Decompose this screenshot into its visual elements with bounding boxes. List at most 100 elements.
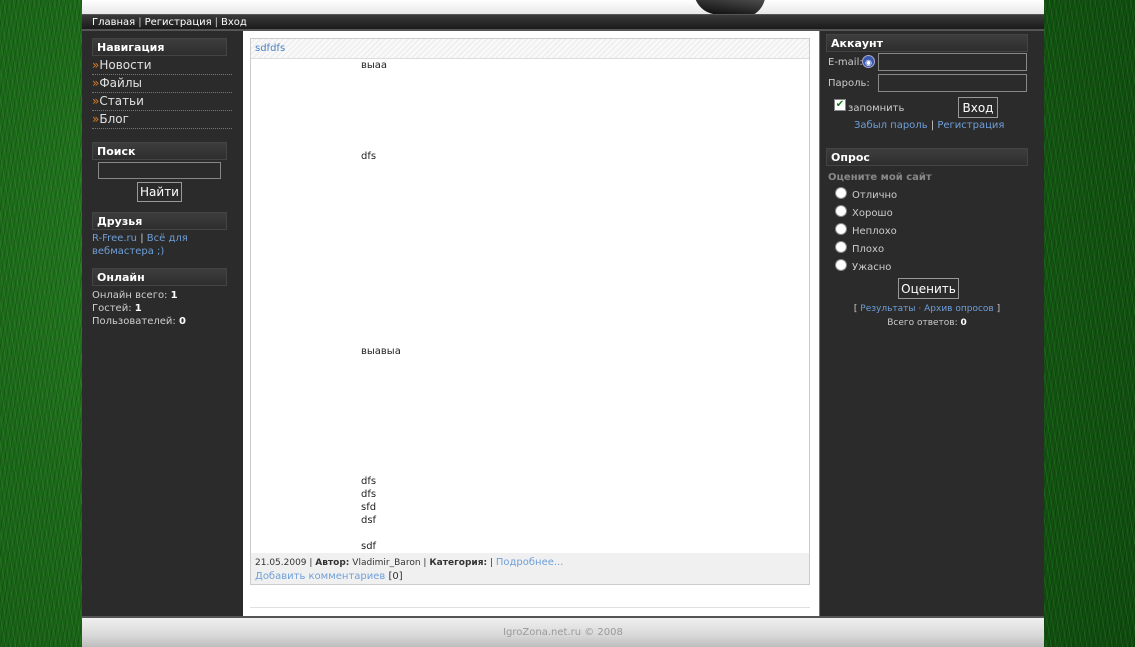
top-navigation: Главная | Регистрация | Вход [82,14,1044,29]
post-line: sfd [361,502,377,513]
right-sidebar: Аккаунт E-mail: ◉ Пароль: ✔ запомнить Вх… [820,31,1044,616]
post-body: выаа dfs выавыа dfs dfs sfd dsf sdf [251,59,809,554]
post-title[interactable]: sdfdfs [251,39,809,59]
search-block-title: Поиск [92,142,227,160]
poll-radio[interactable] [835,223,847,235]
poll-option-label: Неплохо [852,226,897,237]
nav-item-news[interactable]: »Новости [92,58,232,75]
password-field[interactable] [878,74,1027,92]
search-input[interactable] [98,162,221,179]
header-banner [82,0,1044,21]
post-comments-row: Добавить комментариев [0] [255,570,809,583]
poll-option[interactable]: Отлично [820,186,1044,204]
poll-option[interactable]: Плохо [820,240,1044,258]
content-divider [250,607,810,608]
comments-count: [0] [388,571,403,582]
users-label: Пользователей: [92,316,176,327]
nav-item-label: Новости [99,58,152,72]
friends-links: R-Free.ru | Всё для вебмастера ;) [92,232,232,258]
post-date: 21.05.2009 [255,558,307,568]
post-line: sdf [361,541,377,552]
topnav-separator: | [214,17,219,28]
remember-checkbox[interactable]: ✔ [834,99,846,111]
online-total-label: Онлайн всего: [92,290,168,301]
navigation-list: »Новости »Файлы »Статьи »Блог [92,58,232,129]
search-button[interactable]: Найти [137,182,182,202]
poll-option[interactable]: Ужасно [820,258,1044,276]
forgot-password-link[interactable]: Забыл пароль [854,120,928,131]
post-line: dsf [361,515,377,526]
poll-option[interactable]: Неплохо [820,222,1044,240]
left-sidebar: Навигация »Новости »Файлы »Статьи »Блог … [82,31,243,616]
openid-icon[interactable]: ◉ [862,55,875,68]
friends-separator: | [140,233,144,244]
nav-item-label: Файлы [99,76,142,90]
account-links: Забыл пароль | Регистрация [854,120,1004,131]
poll-radio[interactable] [835,259,847,271]
poll-option-label: Ужасно [852,262,892,273]
guests-row: Гостей: 1 [92,302,232,315]
page-footer: IgroZona.net.ru © 2008 [82,616,1044,647]
footer-copyright: IgroZona.net.ru © 2008 [503,627,623,638]
navigation-block-title: Навигация [92,38,227,56]
friend-link-rfree[interactable]: R-Free.ru [92,233,137,244]
account-block-title: Аккаунт [826,34,1028,52]
post-line: dfs [361,151,377,162]
poll-question: Оцените мой сайт [828,172,932,183]
post-author: Vladimir_Baron [352,558,421,568]
topnav-register-link[interactable]: Регистрация [145,17,212,28]
author-label: Автор: [315,558,350,568]
poll-radio[interactable] [835,187,847,199]
poll-option-label: Отлично [852,190,898,201]
password-row: Пароль: [820,73,1044,94]
nav-item-files[interactable]: »Файлы [92,76,232,93]
category-label: Категория: [429,558,488,568]
topnav-separator: | [138,17,142,28]
poll-archive-link[interactable]: Архив опросов [924,304,994,314]
news-post: sdfdfs выаа dfs выавыа dfs dfs sfd dsf s… [250,38,810,585]
online-stats: Онлайн всего: 1 Гостей: 1 Пользователей:… [92,289,232,328]
email-label: E-mail: [828,57,863,68]
add-comment-link[interactable]: Добавить комментариев [255,571,385,582]
register-link[interactable]: Регистрация [937,120,1004,131]
poll-block-title: Опрос [826,148,1028,166]
users-row: Пользователей: 0 [92,315,232,328]
poll-radio[interactable] [835,205,847,217]
site-container: Главная | Регистрация | Вход Навигация »Ново… [82,0,1044,647]
nav-item-blog[interactable]: »Блог [92,112,232,129]
vote-button[interactable]: Оценить [898,278,959,299]
nav-item-label: Статьи [99,94,144,108]
read-more-link[interactable]: Подробнее... [496,557,564,568]
nav-item-label: Блог [99,112,129,126]
poll-option-label: Плохо [852,244,885,255]
main-content: sdfdfs выаа dfs выавыа dfs dfs sfd dsf s… [243,31,819,616]
email-field[interactable] [878,53,1027,71]
post-line: выаа [361,60,388,71]
online-block-title: Онлайн [92,268,227,286]
post-line: dfs [361,476,377,487]
remember-label: запомнить [848,103,905,114]
password-label: Пароль: [828,78,870,89]
poll-total-label: Всего ответов: [887,318,958,328]
guests-label: Гостей: [92,303,132,314]
friends-block-title: Друзья [92,212,227,230]
guests-value: 1 [134,303,142,314]
post-line: выавыа [361,346,401,357]
poll-total-value: 0 [960,318,967,328]
poll-results-link[interactable]: Результаты [860,304,915,314]
nav-item-articles[interactable]: »Статьи [92,94,232,111]
post-line: dfs [361,489,377,500]
online-total-value: 1 [170,290,178,301]
poll-links-bracket: ] [996,304,1001,314]
poll-radio[interactable] [835,241,847,253]
post-meta: 21.05.2009 | Автор: Vladimir_Baron | Кат… [255,557,564,568]
topnav-home-link[interactable]: Главная [92,17,135,28]
poll-option[interactable]: Хорошо [820,204,1044,222]
poll-total: Всего ответов: 0 [820,318,1034,328]
topnav-login-link[interactable]: Вход [221,17,247,28]
login-button[interactable]: Вход [958,97,998,118]
account-links-separator: | [930,120,935,131]
users-value: 0 [178,316,186,327]
poll-option-label: Хорошо [852,208,893,219]
online-total-row: Онлайн всего: 1 [92,289,232,302]
